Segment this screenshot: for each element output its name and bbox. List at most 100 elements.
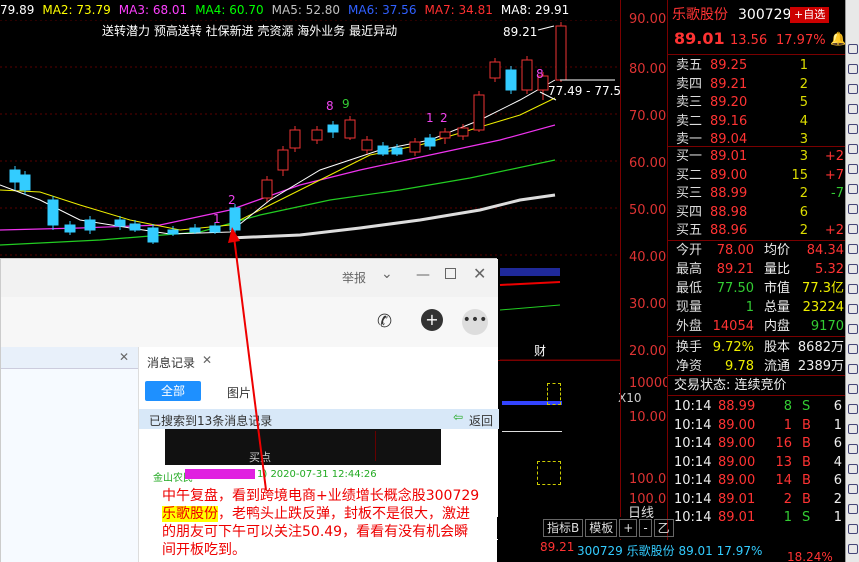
tick-row[interactable]: 10:14 89.00 14 B 6 [668, 472, 846, 490]
tick-row[interactable]: 10:14 88.99 8 S 6 [668, 398, 846, 416]
tick-row[interactable]: 10:14 89.00 13 B 4 [668, 454, 846, 472]
toolbar-icon[interactable] [848, 44, 858, 54]
order-level: 卖二 [676, 113, 703, 129]
toolbar-icon[interactable] [848, 464, 858, 474]
order-row[interactable]: 卖二 89.16 4 [668, 113, 846, 131]
more-icon[interactable]: ••• [462, 309, 488, 335]
chevron-down-icon[interactable]: ⌄ [381, 266, 393, 282]
tick-count: 6 [833, 436, 842, 451]
tick-row[interactable]: 10:14 89.00 16 B 6 [668, 435, 846, 453]
toolbar-icon[interactable] [848, 224, 858, 234]
close-records-icon[interactable]: ✕ [202, 353, 212, 367]
toolbar-icon[interactable] [848, 104, 858, 114]
order-row[interactable]: 买四 88.98 6 [668, 204, 846, 222]
candle [391, 147, 403, 155]
bell-icon[interactable]: 🔔 [830, 31, 846, 49]
tick-volume: 8 [783, 399, 792, 414]
toolbar-icon[interactable] [848, 304, 858, 314]
toolbar-icon[interactable] [848, 64, 858, 74]
toolbar-icon[interactable] [848, 384, 858, 394]
toolbar-icon[interactable] [848, 344, 858, 354]
order-row[interactable]: 买一 89.01 3 +2 [668, 148, 846, 166]
candle [9, 169, 21, 183]
order-row[interactable]: 买三 88.99 2 -7 [668, 185, 846, 203]
minimize-icon[interactable]: — [416, 267, 430, 283]
toolbar-icon[interactable] [848, 424, 858, 434]
bottom-toolbar-button[interactable]: 乙 [653, 519, 674, 537]
toolbar-icon[interactable] [848, 244, 858, 254]
tick-count: 2 [833, 491, 842, 507]
ma-value-5: MA6: 37.56 [348, 3, 417, 17]
tick-row[interactable]: 10:14 89.01 2 B 2 [668, 491, 846, 509]
stat-value: 9.72% [712, 340, 754, 355]
toolbar-icon[interactable] [848, 264, 858, 274]
tab-message-records[interactable]: 消息记录 [147, 354, 195, 371]
tick-row[interactable]: 10:14 89.01 1 S 1 [668, 509, 846, 527]
tab-all[interactable]: 全部 [145, 381, 201, 401]
ma-value-6: MA7: 34.81 [424, 3, 493, 17]
toolbar-icon[interactable] [848, 484, 858, 494]
chart-count-label: 2 [440, 111, 448, 125]
order-row[interactable]: 买五 88.96 2 +2 [668, 222, 846, 240]
toolbar-icon[interactable] [848, 184, 858, 194]
chart-thumbnail[interactable]: 买点 [165, 429, 441, 465]
order-row[interactable]: 卖三 89.20 5 [668, 94, 846, 112]
tick-side: B [802, 473, 811, 488]
price-axis: 90.00 80.00 70.00 60.00 50.00 40.00 30.00 20.00… [620, 0, 675, 540]
toolbar-icon[interactable] [848, 524, 858, 534]
tick-price: 89.01 [718, 510, 756, 525]
toolbar-icon[interactable] [848, 284, 858, 294]
toolbar-icon[interactable] [848, 504, 858, 514]
toolbar-icon[interactable] [848, 144, 858, 154]
bottom-toolbar-button[interactable]: - [639, 519, 652, 537]
order-price: 88.99 [710, 186, 748, 201]
bottom-toolbar-button[interactable]: 指标B [543, 519, 584, 537]
order-row[interactable]: 卖五 89.25 1 [668, 57, 846, 75]
tick-time: 10:14 [674, 417, 712, 433]
tick-time: 10:14 [674, 491, 712, 507]
back-link[interactable]: 返回 [469, 412, 493, 429]
last-price: 89.01 [674, 29, 725, 48]
stat-value: 77.3亿 [802, 281, 844, 296]
stat-label: 市值 [764, 281, 791, 296]
toolbar-icon[interactable] [848, 164, 858, 174]
order-row[interactable]: 买二 89.00 15 +7 [668, 167, 846, 185]
bottom-toolbar-button[interactable]: 模板 [585, 519, 618, 537]
stat-label: 最低 [676, 281, 703, 296]
stat-label: 量比 [764, 262, 791, 277]
order-row[interactable]: 卖四 89.21 2 [668, 76, 846, 94]
quote-panel: 乐歌股份 300729 +自选 89.01 13.56 17.97% 🔔 卖五 8… [667, 0, 846, 562]
phone-icon[interactable]: ✆ [377, 311, 392, 332]
tick-row[interactable]: 10:14 89.00 1 B 1 [668, 417, 846, 435]
stat-label: 净资 [676, 359, 703, 374]
order-level: 卖五 [676, 58, 703, 73]
add-favorite-button[interactable]: +自选 [790, 7, 830, 23]
toolbar-icon[interactable] [848, 544, 858, 554]
daily-period-label[interactable]: 日线 [628, 502, 654, 521]
close-icon[interactable]: ✕ [473, 264, 486, 283]
toolbar-icon[interactable] [848, 404, 858, 414]
stat-label: 流通 [764, 359, 791, 374]
status-quote[interactable]: 300729 乐歌股份 89.01 17.97% [577, 540, 762, 562]
toolbar-icon[interactable] [848, 124, 858, 134]
candle [209, 225, 221, 233]
toolbar-icon[interactable] [848, 364, 858, 374]
back-arrow-icon[interactable]: ⇦ [453, 410, 463, 424]
report-link[interactable]: 举报 [342, 269, 366, 286]
candle [129, 223, 141, 231]
toolbar-icon[interactable] [848, 444, 858, 454]
trading-app: 79.89 MA2: 73.79 MA3: 68.01 MA4: 60.70 MA5: … [0, 0, 859, 562]
toolbar-icon[interactable] [848, 204, 858, 214]
chart-range-label: 77.49 - 77.5 [548, 84, 620, 98]
close-search-icon[interactable]: ✕ [119, 350, 129, 364]
bottom-toolbar-button[interactable]: + [619, 519, 638, 537]
stat-label: 最高 [676, 262, 703, 277]
add-icon[interactable]: + [421, 309, 443, 331]
tick-price: 89.00 [718, 473, 756, 488]
chat-conversation-pane: ✕ [1, 347, 138, 562]
maximize-icon[interactable] [445, 268, 456, 279]
tick-time: 10:14 [674, 473, 712, 488]
toolbar-icon[interactable] [848, 324, 858, 334]
toolbar-icon[interactable] [848, 84, 858, 94]
highlighted-stock: 乐歌股份 [162, 506, 218, 522]
